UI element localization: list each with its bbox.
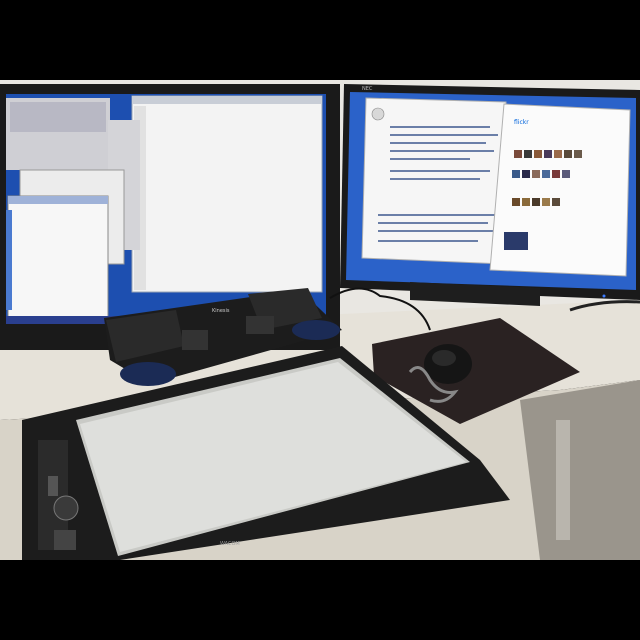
mouse-highlight xyxy=(432,350,456,366)
tablet-touch-ring xyxy=(53,495,79,521)
left-document-window xyxy=(7,195,109,321)
left-editor-window xyxy=(131,95,323,293)
keyboard-right-thumb-keys xyxy=(246,316,274,334)
tablet-side-button xyxy=(48,476,58,496)
keyboard-right-palm-rest xyxy=(292,320,340,340)
tablet-bottom-keys xyxy=(54,530,76,550)
left-tool-panel xyxy=(10,102,106,132)
left-document-titlebar xyxy=(8,196,108,204)
floor-area xyxy=(520,380,640,560)
wikipedia-globe-icon xyxy=(371,107,385,121)
left-editor-titlebar xyxy=(132,96,322,104)
flickr-window xyxy=(489,103,631,277)
right-monitor: NEC flickr xyxy=(340,84,640,306)
bottom-letterbox xyxy=(0,560,640,640)
keyboard-brand: Kinesis xyxy=(212,308,230,314)
wikipedia-window xyxy=(361,97,507,265)
flickr-logo: flickr xyxy=(514,119,529,126)
top-letterbox xyxy=(0,0,640,80)
left-desktop-icons xyxy=(6,210,12,310)
tablet-brand: WACOM xyxy=(220,541,240,547)
photo-canvas: NEC flickr Kinesis WACOM xyxy=(0,0,640,640)
desk-photo: NEC flickr Kinesis WACOM xyxy=(0,0,640,640)
right-monitor-power-led xyxy=(602,294,606,298)
keyboard-left-thumb-keys xyxy=(182,330,208,350)
right-monitor-brand: NEC xyxy=(362,86,373,92)
keyboard-left-palm-rest xyxy=(120,362,176,386)
desk-leg xyxy=(556,420,570,540)
